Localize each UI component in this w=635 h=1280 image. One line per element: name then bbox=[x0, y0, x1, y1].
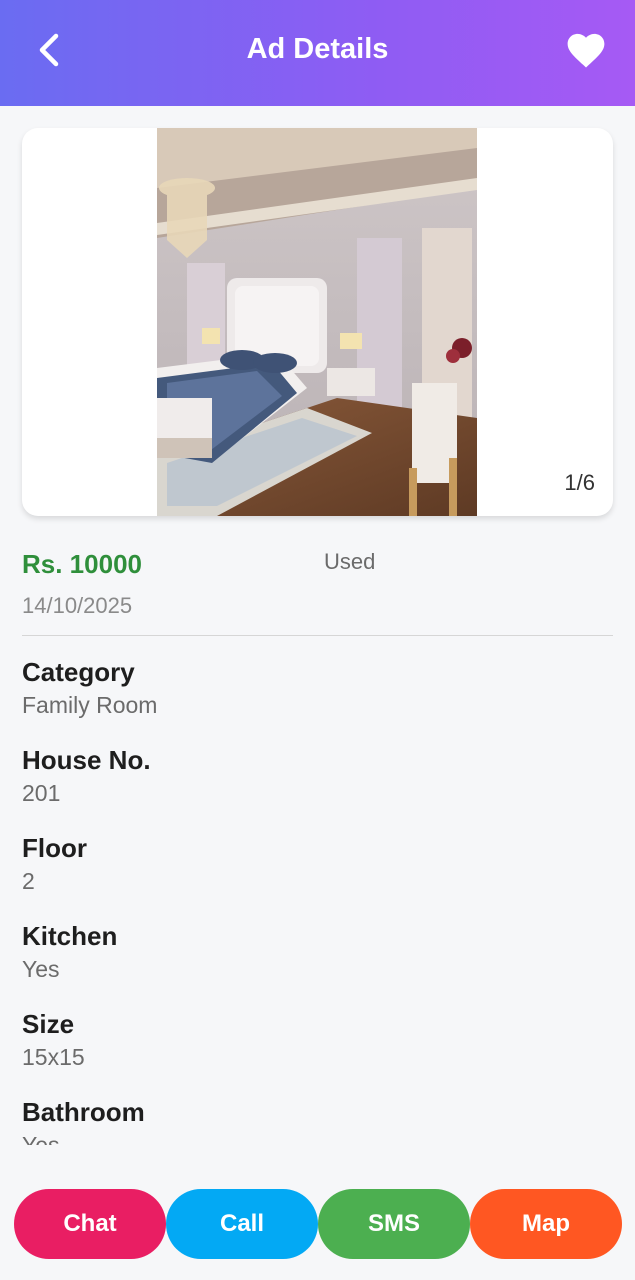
bedroom-photo[interactable] bbox=[157, 128, 477, 516]
detail-category: Category Family Room bbox=[22, 655, 613, 721]
detail-kitchen: Kitchen Yes bbox=[22, 919, 613, 985]
image-counter: 1/6 bbox=[564, 470, 595, 495]
chat-button[interactable]: Chat bbox=[14, 1189, 166, 1259]
page-title: Ad Details bbox=[246, 33, 389, 65]
detail-label: Size bbox=[22, 1009, 75, 1039]
sms-button[interactable]: SMS bbox=[318, 1189, 470, 1259]
detail-value: Family Room bbox=[22, 692, 158, 718]
condition: Used bbox=[324, 549, 376, 574]
post-date: 14/10/2025 bbox=[22, 593, 133, 618]
detail-value: 15x15 bbox=[22, 1044, 85, 1070]
action-bar: Chat Call SMS Map bbox=[14, 1189, 622, 1259]
detail-label: House No. bbox=[22, 745, 151, 775]
detail-value: Yes bbox=[22, 1132, 60, 1145]
detail-house-no: House No. 201 bbox=[22, 743, 613, 809]
detail-value: 201 bbox=[22, 780, 61, 806]
details-list[interactable]: Category Family Room House No. 201 Floor… bbox=[22, 655, 613, 1145]
detail-floor: Floor 2 bbox=[22, 831, 613, 897]
price: Rs. 10000 bbox=[22, 549, 142, 579]
detail-bathroom: Bathroom Yes bbox=[22, 1095, 613, 1145]
app-bar: Ad Details bbox=[0, 0, 635, 106]
divider bbox=[22, 635, 613, 636]
detail-label: Kitchen bbox=[22, 921, 118, 951]
image-gallery[interactable]: 1/6 bbox=[22, 128, 613, 516]
detail-value: 2 bbox=[22, 868, 35, 894]
heart-icon bbox=[567, 33, 605, 68]
detail-value: Yes bbox=[22, 956, 60, 982]
detail-label: Floor bbox=[22, 833, 87, 863]
favorite-button[interactable] bbox=[565, 30, 607, 70]
call-button[interactable]: Call bbox=[166, 1189, 318, 1259]
detail-label: Category bbox=[22, 657, 135, 687]
detail-label: Bathroom bbox=[22, 1097, 145, 1127]
detail-size: Size 15x15 bbox=[22, 1007, 613, 1073]
map-button[interactable]: Map bbox=[470, 1189, 622, 1259]
